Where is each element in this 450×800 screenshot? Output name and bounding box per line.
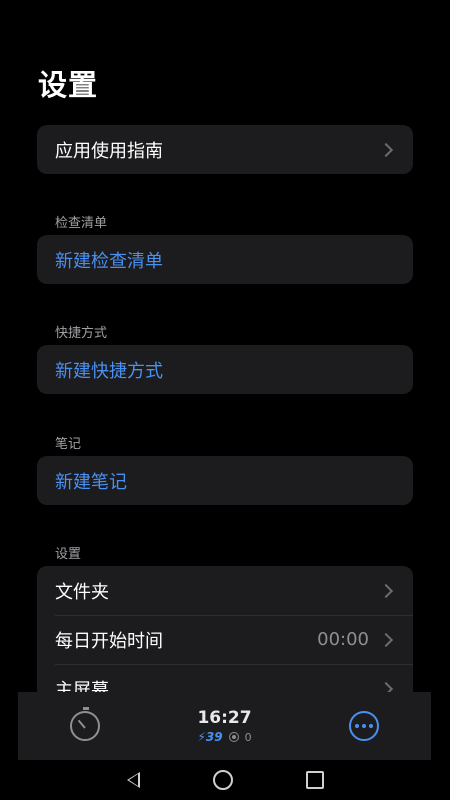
chevron-right-icon [378, 142, 394, 157]
clock-block: 16:27 ⚡39 0 [197, 708, 251, 744]
settings-card: 文件夹 每日开始时间 00:00 主屏幕 [37, 566, 413, 692]
nav-back-icon[interactable] [126, 772, 140, 788]
shortcut-section-header: 快捷方式 [55, 326, 108, 341]
shortcut-card: 新建快捷方式 [37, 345, 413, 394]
target-count: 0 [244, 730, 252, 744]
settings-item-folders[interactable]: 文件夹 [37, 566, 413, 615]
day-start-value: 00:00 [317, 629, 369, 650]
checklist-card: 新建检查清单 [37, 235, 413, 284]
guide-row[interactable]: 应用使用指南 [37, 125, 413, 174]
new-checklist-label: 新建检查清单 [55, 250, 163, 272]
system-nav-bar [0, 760, 450, 800]
clock-time: 16:27 [197, 708, 252, 728]
timer-icon[interactable] [70, 707, 100, 741]
new-shortcut-label: 新建快捷方式 [55, 360, 163, 382]
guide-card: 应用使用指南 [37, 125, 413, 174]
new-note-button[interactable]: 新建笔记 [37, 456, 413, 505]
guide-label: 应用使用指南 [55, 140, 163, 162]
chevron-right-icon [378, 583, 394, 598]
nav-recent-icon[interactable] [305, 771, 324, 789]
checklist-section-header: 检查清单 [55, 216, 108, 231]
clock-meta: ⚡39 0 [197, 730, 251, 744]
page-title: 设置 [38, 68, 99, 102]
settings-section-header: 设置 [55, 547, 82, 562]
chevron-right-icon [378, 681, 394, 692]
settings-item-home-screen[interactable]: 主屏幕 [37, 664, 413, 692]
new-checklist-button[interactable]: 新建检查清单 [37, 235, 413, 284]
settings-item-label: 主屏幕 [55, 679, 109, 693]
more-icon[interactable] [349, 711, 379, 741]
settings-item-day-start[interactable]: 每日开始时间 00:00 [37, 615, 413, 664]
settings-item-label: 文件夹 [55, 581, 109, 603]
battery-level: ⚡39 [197, 730, 223, 744]
new-shortcut-button[interactable]: 新建快捷方式 [37, 345, 413, 394]
new-note-label: 新建笔记 [55, 471, 127, 493]
chevron-right-icon [378, 632, 394, 647]
settings-item-label: 每日开始时间 [55, 630, 163, 652]
target-icon [228, 732, 239, 742]
bottom-toolbar: 16:27 ⚡39 0 [18, 692, 431, 760]
notes-card: 新建笔记 [37, 456, 413, 505]
nav-home-icon[interactable] [212, 770, 233, 790]
notes-section-header: 笔记 [55, 437, 82, 452]
